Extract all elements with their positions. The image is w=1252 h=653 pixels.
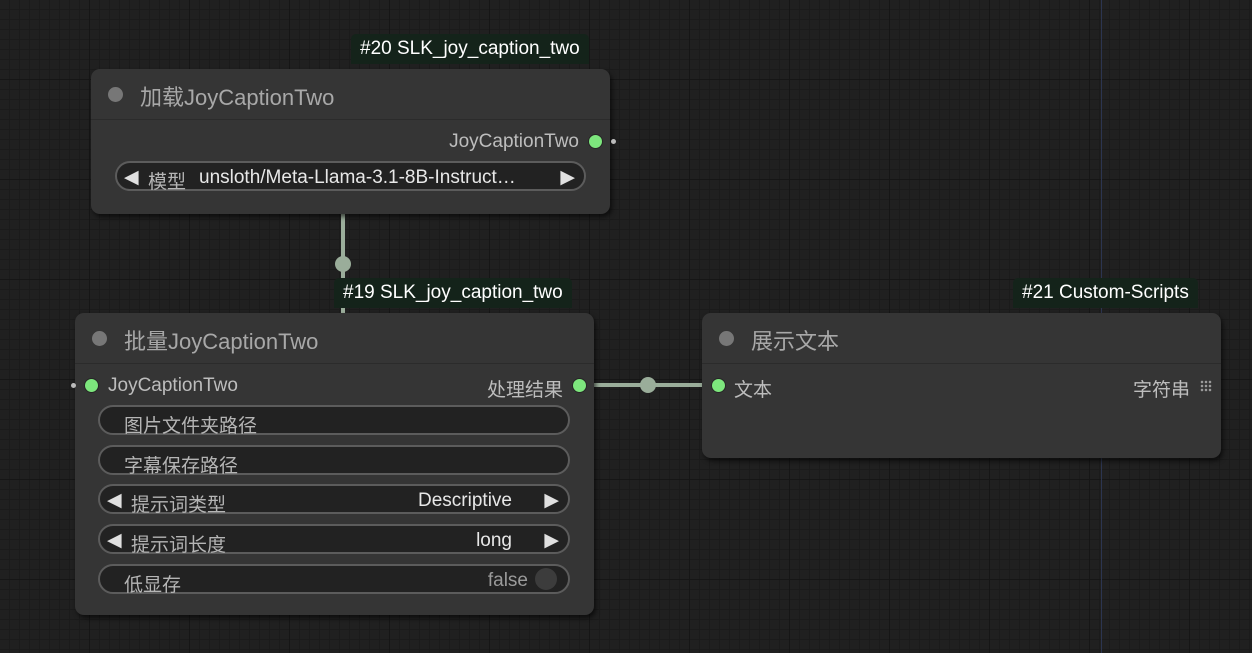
- model-select-value: unsloth/Meta-Llama-3.1-8B-Instruct…: [199, 167, 516, 188]
- output-label-string: 字符串: [1132, 380, 1190, 401]
- node-title: 加载JoyCaptionTwo: [140, 85, 335, 110]
- output-label-result: 处理结果: [486, 380, 563, 401]
- node-header[interactable]: 展示文本: [702, 313, 1221, 364]
- right-arrow-icon[interactable]: ▶: [544, 529, 559, 552]
- output-slot-joycaptiontwo[interactable]: [588, 134, 603, 149]
- model-select-label: 模型: [148, 172, 187, 193]
- node-load-joycaption[interactable]: 加载JoyCaptionTwo JoyCaptionTwo ◀ 模型 unslo…: [91, 69, 616, 214]
- collapse-dot-icon[interactable]: [719, 331, 734, 346]
- list-grid-icon[interactable]: [1200, 380, 1212, 392]
- input-label-text: 文本: [734, 380, 773, 401]
- output-slot-result[interactable]: [572, 378, 587, 393]
- node-batch-joycaption[interactable]: 批量JoyCaptionTwo JoyCaptionTwo 处理结果 图片文件夹…: [71, 313, 594, 615]
- caption-save-input[interactable]: 字幕保存路径: [98, 445, 570, 477]
- prompt-length-value: long: [476, 530, 512, 551]
- image-folder-input[interactable]: 图片文件夹路径: [98, 405, 570, 437]
- node-title: 批量JoyCaptionTwo: [124, 329, 319, 354]
- link-load-to-batch-midpoint[interactable]: [335, 256, 351, 272]
- node-id-badge-21: #21 Custom-Scripts: [1013, 278, 1198, 308]
- collapse-dot-icon[interactable]: [92, 331, 107, 346]
- left-arrow-icon[interactable]: ◀: [124, 166, 139, 189]
- node-title: 展示文本: [751, 329, 840, 354]
- node-id-badge-20: #20 SLK_joy_caption_two: [351, 34, 589, 64]
- left-arrow-icon[interactable]: ◀: [107, 489, 122, 512]
- low-vram-label: 低显存: [124, 575, 182, 596]
- right-arrow-icon[interactable]: ▶: [544, 489, 559, 512]
- prompt-type-value: Descriptive: [418, 490, 512, 511]
- prompt-length-label: 提示词长度: [131, 535, 227, 556]
- toggle-knob-icon[interactable]: [535, 568, 557, 590]
- low-vram-toggle[interactable]: 低显存 false: [98, 564, 570, 596]
- input-slot-joycaptiontwo[interactable]: [84, 378, 99, 393]
- low-vram-value: false: [487, 570, 528, 591]
- caption-save-label: 字幕保存路径: [124, 456, 239, 477]
- output-connector-dot-icon: [611, 139, 616, 144]
- prompt-type-select[interactable]: ◀ 提示词类型 Descriptive ▶: [98, 484, 570, 516]
- prompt-length-select[interactable]: ◀ 提示词长度 long ▶: [98, 524, 570, 556]
- left-arrow-icon[interactable]: ◀: [107, 529, 122, 552]
- model-select[interactable]: ◀ 模型 unsloth/Meta-Llama-3.1-8B-Instruct……: [115, 161, 586, 193]
- output-label-joycaptiontwo: JoyCaptionTwo: [449, 131, 579, 152]
- node-header[interactable]: 批量JoyCaptionTwo: [75, 313, 594, 364]
- image-folder-label: 图片文件夹路径: [124, 416, 258, 437]
- prompt-type-label: 提示词类型: [131, 495, 227, 516]
- collapse-dot-icon[interactable]: [108, 87, 123, 102]
- input-label-joycaptiontwo: JoyCaptionTwo: [108, 375, 238, 396]
- input-slot-text[interactable]: [711, 378, 726, 393]
- node-header[interactable]: 加载JoyCaptionTwo: [91, 69, 610, 120]
- link-batch-to-show-midpoint[interactable]: [640, 377, 656, 393]
- node-id-badge-19: #19 SLK_joy_caption_two: [334, 278, 572, 308]
- node-show-text[interactable]: 展示文本 文本 字符串: [702, 313, 1221, 458]
- right-arrow-icon[interactable]: ▶: [560, 166, 575, 189]
- input-connector-dot-icon: [71, 383, 76, 388]
